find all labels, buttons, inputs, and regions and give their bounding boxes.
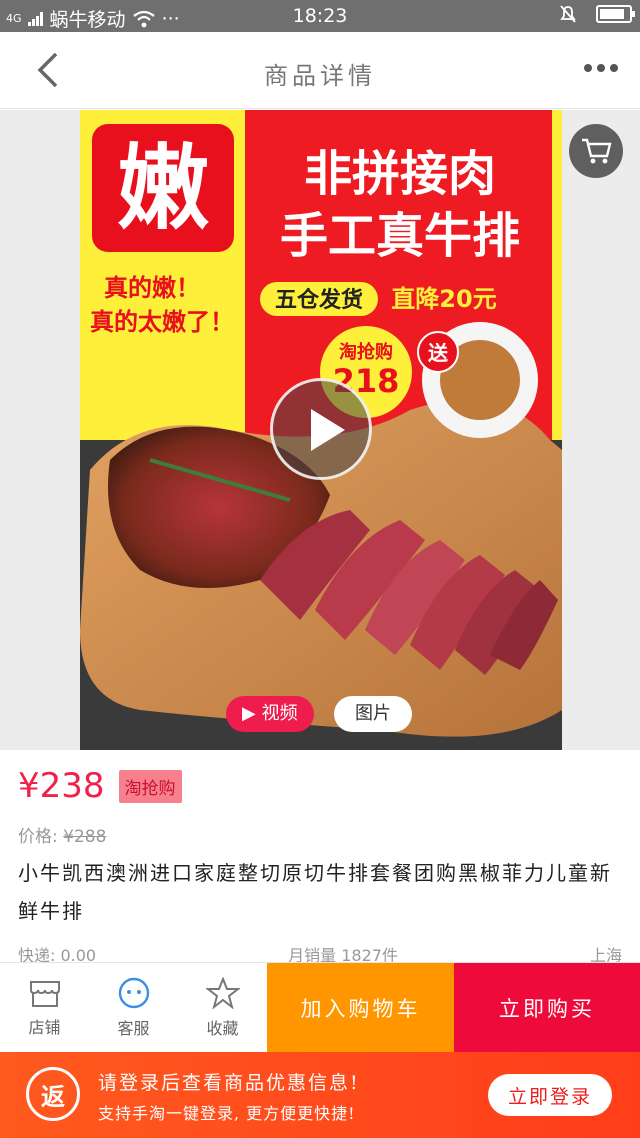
banner-headline-1: 非拼接肉 — [304, 146, 496, 202]
service-icon — [118, 977, 149, 1008]
tab-video[interactable]: ▶ 视频 — [226, 696, 314, 732]
add-to-cart-button[interactable]: 加入购物车 — [267, 963, 454, 1052]
banner-discount: 直降20元 — [391, 285, 496, 313]
more-menu-icon[interactable] — [584, 64, 618, 72]
buy-now-button[interactable]: 立即购买 — [454, 963, 640, 1052]
banner-slogan-1: 真的嫩！ — [104, 274, 200, 302]
login-banner: 返 请登录后查看商品优惠信息! 支持手淘一键登录, 更方便更快捷! 立即登录 — [0, 1052, 640, 1138]
nav-bar: 商品详情 — [0, 32, 640, 109]
mute-bell-icon — [560, 5, 576, 23]
banner-gift: 送 — [428, 341, 449, 365]
promo-badge: 淘抢购 — [118, 769, 182, 803]
return-icon: 返 — [26, 1067, 80, 1121]
shop-icon — [29, 980, 60, 1007]
shop-button[interactable]: 店铺 — [0, 963, 89, 1052]
banner-ship: 五仓发货 — [275, 287, 363, 313]
login-message: 请登录后查看商品优惠信息! — [98, 1072, 360, 1094]
product-gallery[interactable]: 嫩 非拼接肉 手工真牛排 真的嫩！ 真的太嫩了！ 五仓发货 直降20元 淘抢购 … — [0, 110, 640, 750]
star-icon — [205, 976, 240, 1009]
cart-icon[interactable] — [569, 124, 623, 178]
banner-slogan-2: 真的太嫩了！ — [90, 308, 234, 336]
product-info: ¥238 淘抢购 价格: ¥288 小牛凯西澳洲进口家庭整切原切牛排套餐团购黑椒… — [0, 750, 640, 965]
original-price: 价格: ¥288 — [18, 827, 107, 847]
status-time: 18:23 — [292, 5, 348, 27]
tab-photo[interactable]: 图片 — [334, 696, 412, 732]
status-bar: 4G 蜗牛移动 ··· 18:23 — [0, 0, 640, 32]
favorite-button[interactable]: 收藏 — [178, 963, 267, 1052]
banner-promo-label: 淘抢购 — [339, 341, 393, 363]
media-tabs: ▶ 视频 图片 — [226, 696, 412, 732]
banner-badge-text: 嫩 — [117, 135, 209, 242]
battery-icon — [596, 5, 635, 23]
action-bar: 店铺 客服 收藏 加入购物车 立即购买 — [0, 962, 640, 1052]
product-price: ¥238 — [18, 766, 105, 806]
play-video-button[interactable] — [270, 378, 372, 480]
login-button[interactable]: 立即登录 — [488, 1074, 612, 1116]
page-title: 商品详情 — [264, 62, 376, 90]
product-title: 小牛凯西澳洲进口家庭整切原切牛排套餐团购黑椒菲力儿童新鲜牛排 — [18, 861, 612, 923]
banner-headline-2: 手工真牛排 — [280, 208, 520, 264]
customer-service-button[interactable]: 客服 — [89, 963, 178, 1052]
login-submessage: 支持手淘一键登录, 更方便更快捷! — [98, 1104, 356, 1123]
